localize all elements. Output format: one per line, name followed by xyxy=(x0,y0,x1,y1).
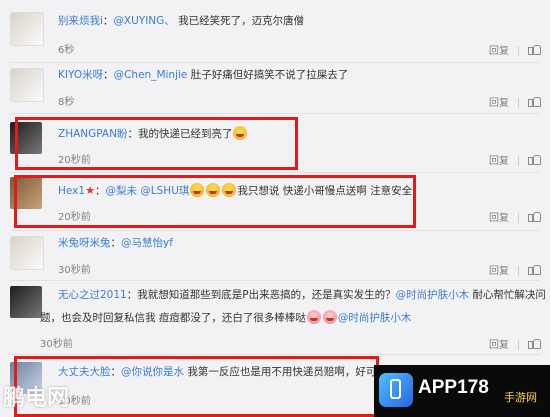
reply-button[interactable]: 回复 xyxy=(489,262,509,277)
highlight-box xyxy=(15,117,298,170)
reply-button[interactable]: 回复 xyxy=(489,336,509,351)
comment-text: 耐心帮忙解决问 xyxy=(469,289,546,301)
comment-actions: 回复 xyxy=(489,42,541,57)
comment-time: 8秒 xyxy=(58,97,75,108)
commenter-name[interactable]: 米兔呀米兔 xyxy=(58,237,111,249)
reply-button[interactable]: 回复 xyxy=(489,42,509,57)
avatar[interactable] xyxy=(10,68,44,102)
divider xyxy=(10,354,540,355)
divider xyxy=(10,113,540,114)
mention-link[interactable]: @XUYING、 xyxy=(113,15,174,27)
reply-button[interactable]: 回复 xyxy=(489,209,509,224)
like-icon[interactable] xyxy=(528,96,541,107)
comment-actions: 回复 xyxy=(489,262,541,277)
comment-text: 题，也会及时回复私信我 痘痘都没了，还白了很多棒棒哒 xyxy=(40,312,306,324)
comment-actions: 回复 xyxy=(489,336,541,351)
comment-text: ： xyxy=(102,15,114,27)
comment-actions: 回复 xyxy=(489,209,541,224)
divider xyxy=(10,172,540,173)
like-icon[interactable] xyxy=(528,338,541,349)
comment-text: 我已经笑死了，迈克尔唐僧 xyxy=(174,15,305,27)
comment-time: 6秒 xyxy=(58,45,75,56)
comment-time: 30秒前 xyxy=(58,265,91,276)
like-icon[interactable] xyxy=(528,44,541,55)
mention-link[interactable]: @Chen_Minjie xyxy=(114,69,188,81)
avatar[interactable] xyxy=(10,12,44,46)
reply-button[interactable]: 回复 xyxy=(489,152,509,167)
mention-link[interactable]: @时尚护肤小木 xyxy=(396,289,470,301)
avatar[interactable] xyxy=(10,286,42,318)
reply-button[interactable]: 回复 xyxy=(489,94,509,109)
comment-actions: 回复 xyxy=(489,94,541,109)
phone-logo-icon xyxy=(379,373,413,407)
like-icon[interactable] xyxy=(528,264,541,275)
smile-emoji-icon xyxy=(306,310,321,324)
like-icon[interactable] xyxy=(528,211,541,222)
divider xyxy=(10,280,540,281)
smile-emoji-icon xyxy=(322,310,337,324)
comment-text: ：我就想知道那些到底是P出来恶搞的，还是真实发生的？ xyxy=(126,289,396,301)
commenter-name[interactable]: 无心之过2011 xyxy=(58,289,127,301)
comment-text: ： xyxy=(103,69,114,81)
divider xyxy=(10,62,540,63)
highlight-box xyxy=(14,175,416,228)
watermark-sub: 手游网 xyxy=(504,391,537,404)
like-icon[interactable] xyxy=(528,154,541,165)
app178-watermark: APP178 手游网 xyxy=(374,365,550,417)
commenter-name[interactable]: KIYO米呀 xyxy=(58,69,103,81)
mention-link[interactable]: @马慧怡yf xyxy=(121,237,173,249)
avatar[interactable] xyxy=(10,236,44,270)
comment-time: 30秒前 xyxy=(40,339,73,350)
mention-link[interactable]: @时尚护肤小木 xyxy=(338,312,412,324)
comment-text: ： xyxy=(110,237,122,249)
divider xyxy=(10,230,540,231)
watermark-main: APP178 xyxy=(418,377,489,398)
comment-actions: 回复 xyxy=(489,152,541,167)
commenter-name[interactable]: 别来烦我i xyxy=(58,15,103,27)
watermark-left: 鹏电网 xyxy=(3,386,70,411)
comment-text: 肚子好痛但好搞笑不说了拉屎去了 xyxy=(187,69,349,81)
